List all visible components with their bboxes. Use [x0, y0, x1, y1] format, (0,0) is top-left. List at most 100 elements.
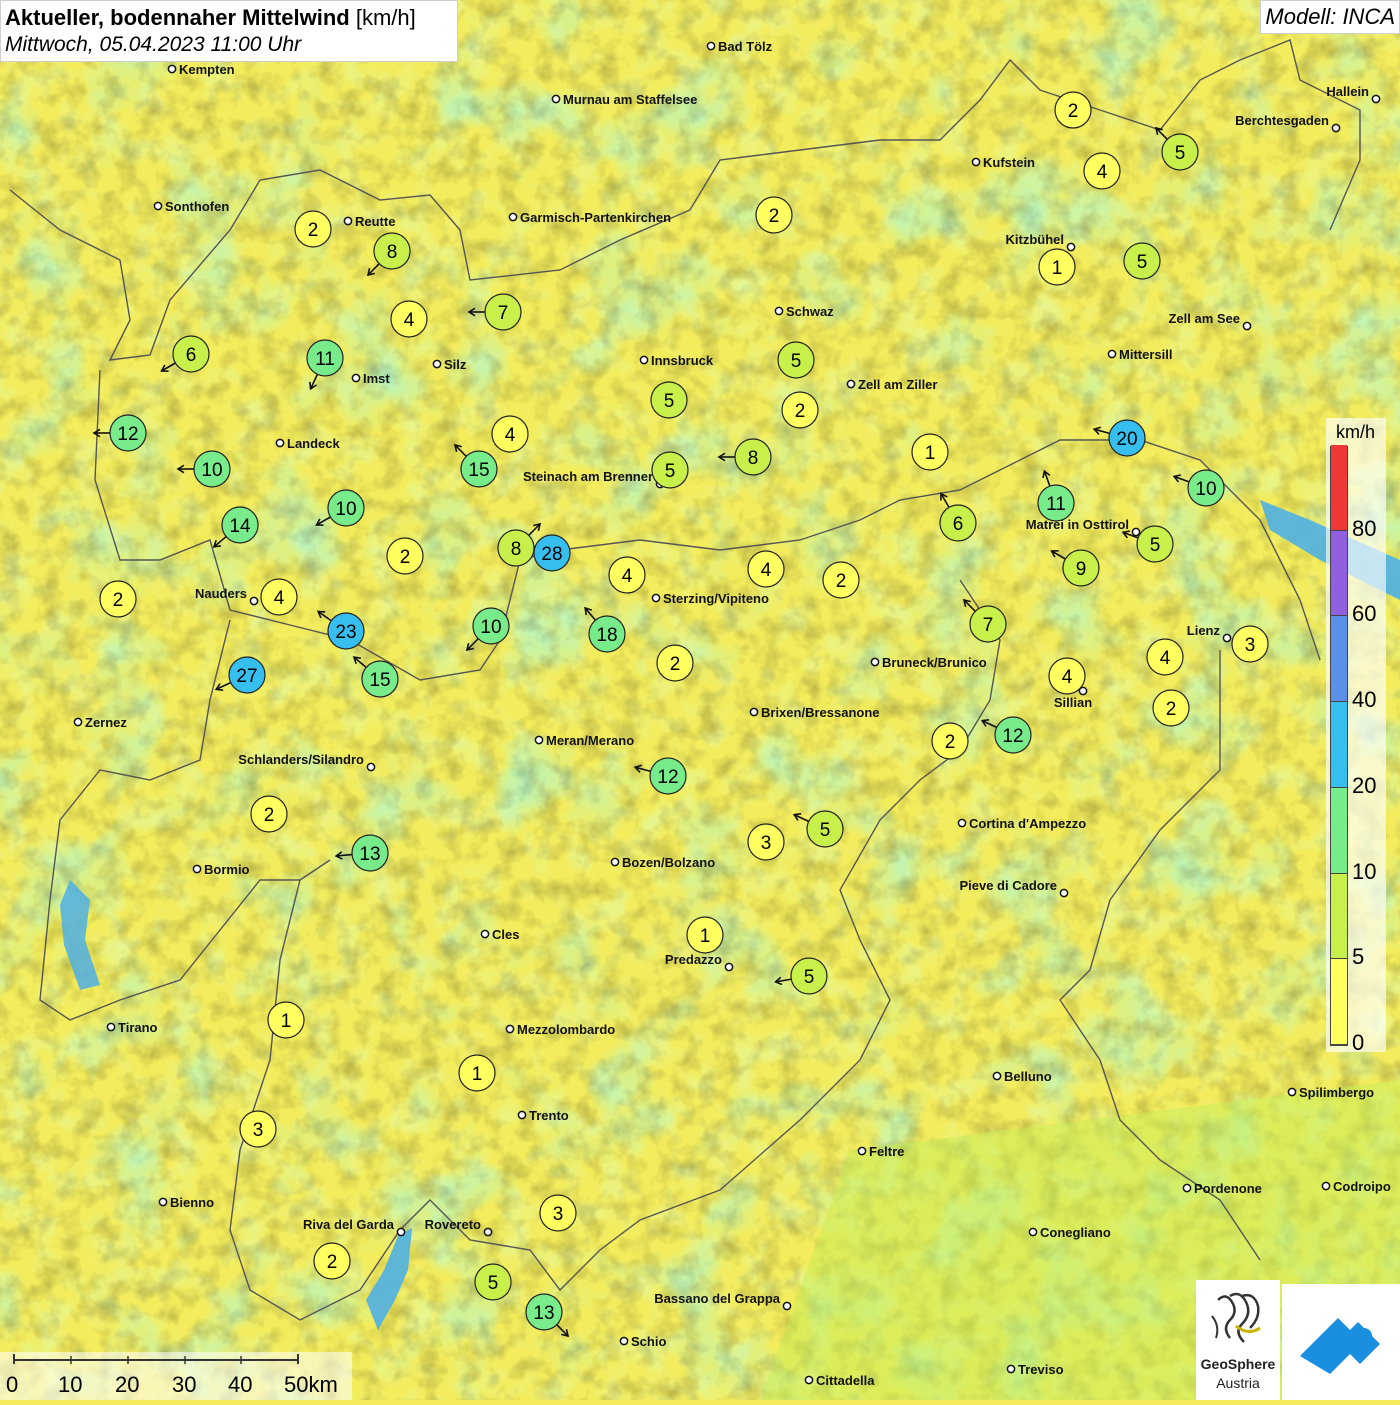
- scale-label-40: 40: [228, 1372, 253, 1397]
- wind-speed-value: 4: [505, 425, 516, 446]
- wind-station[interactable]: 3: [1231, 625, 1269, 663]
- wind-speed-value: 1: [281, 1011, 292, 1032]
- city-label: Bozen/Bolzano: [622, 855, 715, 870]
- wind-station[interactable]: 1: [267, 1001, 305, 1039]
- wind-station[interactable]: 2: [781, 391, 819, 429]
- city-dot: [275, 438, 285, 448]
- city-label: Matrei in Osttirol: [1026, 517, 1129, 532]
- city-label: Cles: [492, 927, 519, 942]
- city-marker: Meran/Merano: [534, 733, 634, 748]
- city-dot: [483, 1227, 493, 1237]
- wind-station[interactable]: 4: [260, 578, 298, 616]
- wind-station[interactable]: 2: [755, 196, 793, 234]
- wind-station[interactable]: 3: [239, 1110, 277, 1148]
- city-label: Feltre: [869, 1144, 904, 1159]
- city-label: Lienz: [1187, 623, 1221, 638]
- city-label: Meran/Merano: [546, 733, 634, 748]
- city-dot: [870, 657, 880, 667]
- city-dot: [1006, 1364, 1016, 1374]
- city-label: Sterzing/Vipiteno: [663, 591, 769, 606]
- wind-speed-value: 12: [1002, 726, 1023, 747]
- wind-speed-value: 2: [670, 654, 681, 675]
- wind-station[interactable]: 1: [686, 916, 724, 954]
- city-dot: [534, 735, 544, 745]
- wind-station[interactable]: 4: [390, 300, 428, 338]
- wind-station[interactable]: 5: [474, 1263, 512, 1301]
- city-label: Cittadella: [816, 1373, 875, 1388]
- wind-speed-value: 5: [488, 1273, 499, 1294]
- city-dot: [1242, 321, 1252, 331]
- city-dot: [480, 929, 490, 939]
- wind-station[interactable]: 2: [822, 561, 860, 599]
- city-label: Brixen/Bressanone: [761, 705, 880, 720]
- wind-station[interactable]: 2: [250, 795, 288, 833]
- wind-station[interactable]: 5: [651, 451, 689, 489]
- city-dot: [73, 717, 83, 727]
- wind-speed-value: 27: [236, 666, 257, 687]
- wind-station[interactable]: 5: [650, 381, 688, 419]
- wind-speed-value: 5: [665, 461, 676, 482]
- city-dot: [971, 157, 981, 167]
- city-dot: [846, 379, 856, 389]
- wind-station[interactable]: 2: [1054, 91, 1092, 129]
- wind-station[interactable]: 4: [1083, 152, 1121, 190]
- city-dot: [639, 355, 649, 365]
- city-label: Pieve di Cadore: [959, 878, 1057, 893]
- wind-speed-value: 5: [1150, 535, 1161, 556]
- wind-station[interactable]: 4: [747, 550, 785, 588]
- city-marker: Sonthofen: [153, 199, 229, 214]
- wind-station[interactable]: 5: [1123, 242, 1161, 280]
- wind-speed-value: 2: [769, 206, 780, 227]
- wind-speed-value: 2: [113, 590, 124, 611]
- wind-station[interactable]: 2: [294, 210, 332, 248]
- city-dot: [1331, 123, 1341, 133]
- wind-station[interactable]: 4: [608, 556, 646, 594]
- city-label: Schlanders/Silandro: [238, 752, 364, 767]
- city-label: Schio: [631, 1334, 666, 1349]
- wind-station[interactable]: 3: [747, 823, 785, 861]
- city-label: Rovereto: [425, 1217, 481, 1232]
- wind-station[interactable]: 3: [539, 1194, 577, 1232]
- model-label: Modell: INCA: [1260, 0, 1400, 34]
- city-dot: [1059, 888, 1069, 898]
- city-label: Trento: [529, 1108, 569, 1123]
- wind-speed-value: 15: [369, 670, 390, 691]
- wind-station[interactable]: 2: [99, 580, 137, 618]
- wind-station[interactable]: 4: [1146, 638, 1184, 676]
- city-dot: [1131, 527, 1141, 537]
- wind-station[interactable]: 2: [656, 644, 694, 682]
- geosphere-logo[interactable]: GeoSphere Austria: [1196, 1280, 1280, 1400]
- city-dot: [551, 94, 561, 104]
- wind-speed-value: 4: [761, 560, 772, 581]
- wind-station[interactable]: 1: [911, 433, 949, 471]
- weather-app-logo[interactable]: [1282, 1284, 1400, 1400]
- city-dot: [1182, 1183, 1192, 1193]
- wind-station[interactable]: 5: [777, 341, 815, 379]
- wind-station[interactable]: 4: [1048, 657, 1086, 695]
- wind-station[interactable]: 28: [533, 534, 571, 572]
- city-marker: Conegliano: [1028, 1225, 1111, 1240]
- wind-speed-value: 5: [1175, 143, 1186, 164]
- wind-station[interactable]: 2: [313, 1242, 351, 1280]
- city-marker: Bozen/Bolzano: [610, 855, 715, 870]
- wind-station[interactable]: 1: [1038, 248, 1076, 286]
- wind-speed-value: 6: [953, 514, 964, 535]
- wind-station[interactable]: 1: [458, 1054, 496, 1092]
- wind-speed-value: 2: [945, 732, 956, 753]
- wind-station[interactable]: 2: [1152, 689, 1190, 727]
- city-marker: Kempten: [167, 62, 235, 77]
- wind-station[interactable]: 2: [386, 537, 424, 575]
- city-dot: [508, 212, 518, 222]
- city-label: Kitzbühel: [1006, 232, 1065, 247]
- wind-speed-value: 2: [795, 401, 806, 422]
- wind-speed-value: 5: [664, 391, 675, 412]
- wind-speed-value: 2: [1166, 699, 1177, 720]
- city-label: Zernez: [85, 715, 127, 730]
- scale-label-20: 20: [115, 1372, 140, 1397]
- wind-station[interactable]: 2: [931, 722, 969, 760]
- wind-station[interactable]: 4: [491, 415, 529, 453]
- city-marker: Innsbruck: [639, 353, 714, 368]
- city-label: Bruneck/Brunico: [882, 655, 987, 670]
- wind-speed-value: 8: [387, 242, 398, 263]
- wind-speed-value: 9: [1076, 559, 1087, 580]
